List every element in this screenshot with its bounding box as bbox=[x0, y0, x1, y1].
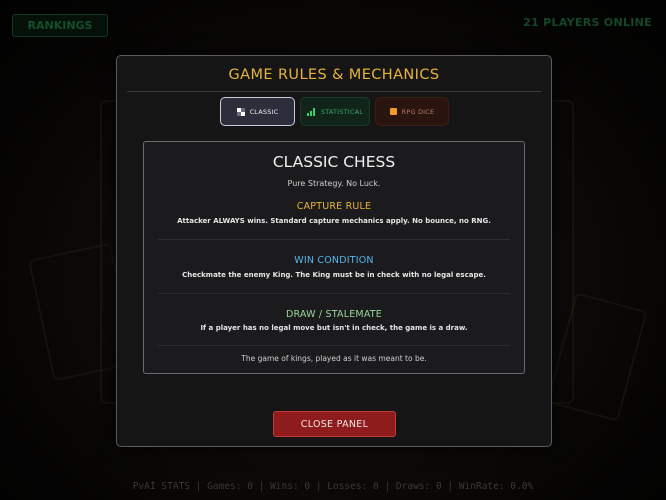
die-icon bbox=[389, 108, 397, 115]
panel-footer-text: The game of kings, played as it was mean… bbox=[241, 354, 427, 363]
win-condition-heading: WIN CONDITION bbox=[294, 255, 374, 266]
draw-stalemate-text: If a player has no legal move but isn't … bbox=[200, 324, 468, 332]
capture-rule-heading: CAPTURE RULE bbox=[296, 201, 372, 212]
chessboard-icon bbox=[236, 107, 245, 116]
tab-label: RPG DICE bbox=[401, 107, 435, 116]
title-divider bbox=[127, 91, 541, 92]
tab-label: STATISTICAL bbox=[320, 107, 364, 116]
modal-title: GAME RULES & MECHANICS bbox=[228, 67, 440, 83]
rules-panel: CLASSIC CHESS Pure Strategy. No Luck. CA… bbox=[143, 141, 525, 374]
section-divider bbox=[158, 345, 510, 346]
tab-statistical[interactable]: STATISTICAL bbox=[300, 97, 370, 126]
tab-rpg-dice[interactable]: RPG DICE bbox=[375, 97, 449, 126]
section-divider bbox=[158, 239, 510, 240]
section-divider bbox=[158, 293, 510, 294]
win-condition-text: Checkmate the enemy King. The King must … bbox=[182, 271, 486, 279]
tab-classic[interactable]: CLASSIC bbox=[220, 97, 295, 126]
draw-stalemate-heading: DRAW / STALEMATE bbox=[286, 309, 382, 320]
capture-rule-text: Attacker ALWAYS wins. Standard capture m… bbox=[177, 217, 491, 225]
rules-modal: GAME RULES & MECHANICS CLASSIC STATISTIC… bbox=[116, 55, 552, 447]
bar-chart-icon bbox=[306, 107, 316, 116]
close-panel-button[interactable]: CLOSE PANEL bbox=[273, 411, 396, 437]
panel-subtitle: Pure Strategy. No Luck. bbox=[287, 179, 381, 188]
tab-label: CLASSIC bbox=[249, 107, 279, 116]
panel-title: CLASSIC CHESS bbox=[272, 153, 396, 171]
